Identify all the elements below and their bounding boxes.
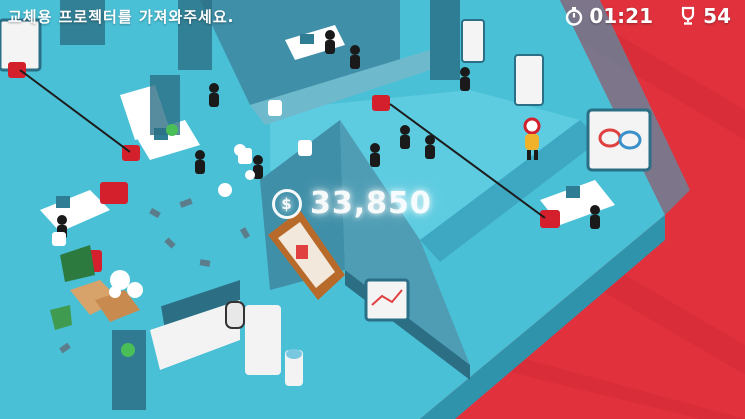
goal-value: 54 (703, 4, 731, 28)
dollar-coin-icon: $ (272, 188, 302, 219)
trophy-icon (678, 6, 698, 26)
money-value: 33,850 (310, 186, 432, 221)
money-counter: $ 33,850 (272, 186, 432, 221)
stopwatch-icon (564, 6, 584, 26)
goal-counter: 54 (678, 4, 731, 28)
objective-text: 교체용 프로젝터를 가져와주세요. (8, 8, 235, 26)
timer-display: 01:21 (564, 4, 653, 28)
timer-value: 01:21 (589, 4, 653, 28)
